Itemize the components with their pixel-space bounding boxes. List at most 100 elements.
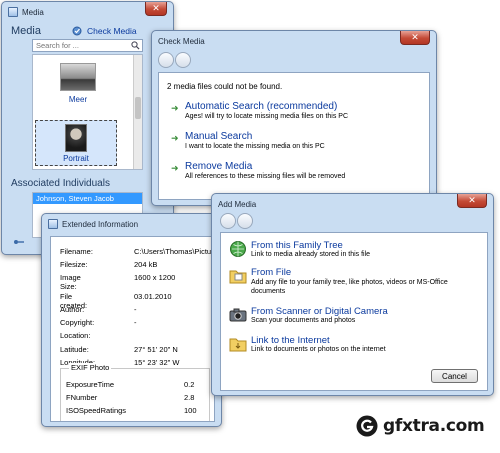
- field-label: Filesize:: [60, 260, 88, 269]
- check-media-content: 2 media files could not be found. ➜ Auto…: [158, 72, 430, 200]
- associated-header: Associated Individuals: [11, 178, 110, 189]
- media-list-scrollbar[interactable]: [133, 55, 142, 169]
- field-label: Filename:: [60, 247, 93, 256]
- field-label: Image Size:: [60, 273, 81, 291]
- extended-titlebar[interactable]: Extended Information: [42, 214, 221, 234]
- option-title: Link to the Internet: [251, 335, 330, 346]
- option-title: Remove Media: [185, 161, 253, 172]
- field-value: 03.01.2010: [134, 292, 172, 301]
- key-icon: [14, 240, 24, 244]
- exif-value: 2.8: [184, 393, 195, 402]
- option-title: Automatic Search (recommended): [185, 101, 338, 112]
- media-item-meer[interactable]: Meer: [53, 63, 103, 104]
- media-item-label: Portrait: [63, 154, 89, 163]
- add-media-window: Add Media ✕ From this Family Tree Link t…: [211, 193, 494, 396]
- exif-row: ISOSpeedRatings 100: [66, 406, 206, 415]
- option-remove-media[interactable]: ➜ Remove Media All references to these m…: [171, 161, 345, 180]
- option-desc: All references to these missing files wi…: [185, 173, 346, 180]
- check-media-window: Check Media ✕ 2 media files could not be…: [151, 30, 437, 206]
- close-button[interactable]: ✕: [457, 194, 487, 208]
- option-link-internet[interactable]: Link to the Internet Link to documents o…: [229, 335, 479, 353]
- exif-group: EXIF Photo ExposureTime 0.2 FNumber 2.8 IS…: [60, 363, 210, 421]
- option-desc: Add any file to your family tree, like p…: [251, 279, 448, 295]
- field-value: 15° 23' 32" W: [134, 358, 180, 367]
- option-from-file[interactable]: From File Add any file to your family tr…: [229, 267, 479, 296]
- field-value: 1600 x 1200: [134, 273, 176, 282]
- search-icon: [131, 41, 140, 50]
- nav-buttons: [220, 213, 253, 229]
- option-scanner-camera[interactable]: From Scanner or Digital Camera Scan your…: [229, 306, 479, 324]
- media-window-title: Media: [22, 7, 44, 17]
- check-media-icon: [72, 26, 82, 36]
- field-label: Location:: [60, 331, 91, 340]
- portrait-thumbnail: [65, 124, 87, 152]
- add-media-titlebar[interactable]: Add Media: [212, 194, 493, 214]
- check-media-label: Check Media: [87, 26, 137, 36]
- close-icon: ✕: [468, 195, 476, 206]
- check-media-titlebar[interactable]: Check Media: [152, 31, 436, 51]
- field-label: Copyright:: [60, 318, 95, 327]
- field-value: -: [134, 318, 137, 327]
- add-media-title: Add Media: [218, 199, 257, 209]
- option-title: Manual Search: [185, 131, 253, 142]
- field-value: 27° 51' 20" N: [134, 345, 178, 354]
- arrow-icon: ➜: [171, 103, 179, 113]
- close-icon: ✕: [411, 32, 419, 43]
- extended-info-window: Extended Information Filename: C:\Users\T…: [41, 213, 222, 427]
- option-manual-search[interactable]: ➜ Manual Search I want to locate the mis…: [171, 131, 325, 150]
- check-media-button[interactable]: Check Media: [72, 26, 137, 36]
- option-desc: Link to media already stored in this fil…: [251, 251, 371, 258]
- exif-value: 100: [184, 406, 197, 415]
- search-input[interactable]: [36, 41, 130, 50]
- media-item-portrait[interactable]: Portrait: [35, 120, 117, 166]
- missing-summary: 2 media files could not be found.: [167, 82, 283, 91]
- option-title: From Scanner or Digital Camera: [251, 306, 388, 317]
- media-item-label: Meer: [68, 95, 88, 104]
- watermark-text: gfxtra.com: [383, 416, 485, 436]
- folder-icon: [229, 270, 247, 284]
- close-button[interactable]: ✕: [400, 31, 430, 45]
- nav-buttons: [158, 52, 191, 68]
- check-media-title: Check Media: [158, 36, 205, 46]
- exif-label: ISOSpeedRatings: [66, 406, 127, 415]
- individual-row[interactable]: Johnson, Steven Jacob: [33, 193, 142, 204]
- app-icon: [48, 219, 58, 229]
- arrow-icon: ➜: [171, 163, 179, 173]
- arrow-icon: ➜: [171, 133, 179, 143]
- option-title: From File: [251, 267, 292, 278]
- link-folder-icon: [229, 338, 247, 352]
- exif-row: ExposureTime 0.2: [66, 380, 206, 389]
- option-family-tree[interactable]: From this Family Tree Link to media alre…: [229, 240, 479, 258]
- extended-content: Filename: C:\Users\Thomas\Pictur Filesize…: [50, 236, 215, 422]
- back-button[interactable]: [220, 213, 236, 229]
- option-desc: Ages! will try to locate missing media f…: [185, 113, 349, 120]
- option-desc: Scan your documents and photos: [251, 317, 356, 324]
- field-value: 204 kB: [134, 260, 158, 269]
- close-button[interactable]: ✕: [145, 2, 167, 16]
- forward-button[interactable]: [237, 213, 253, 229]
- option-automatic-search[interactable]: ➜ Automatic Search (recommended) Ages! w…: [171, 101, 348, 120]
- option-title: From this Family Tree: [251, 240, 343, 251]
- back-button[interactable]: [158, 52, 174, 68]
- forward-button[interactable]: [175, 52, 191, 68]
- close-icon: ✕: [152, 3, 160, 14]
- extended-title: Extended Information: [62, 219, 139, 229]
- landscape-thumbnail: [60, 63, 96, 91]
- option-desc: Link to documents or photos on the inter…: [251, 346, 386, 353]
- exif-label: ExposureTime: [66, 380, 115, 389]
- field-value: C:\Users\Thomas\Pictur: [134, 247, 214, 256]
- camera-icon: [229, 308, 247, 322]
- field-value: -: [134, 305, 137, 314]
- search-box[interactable]: [32, 39, 143, 52]
- option-desc: I want to locate the missing media on th…: [185, 143, 325, 150]
- media-list[interactable]: Meer Portrait: [32, 54, 143, 170]
- cancel-button[interactable]: Cancel: [431, 369, 478, 383]
- globe-icon: [230, 241, 246, 257]
- media-header: Media: [11, 25, 41, 37]
- exif-row: FNumber 2.8: [66, 393, 206, 402]
- watermark-logo-icon: [356, 415, 378, 437]
- exif-value: 0.2: [184, 380, 195, 389]
- exif-group-title: EXIF Photo: [69, 363, 112, 372]
- scroll-thumb[interactable]: [135, 97, 141, 119]
- watermark: gfxtra.com: [355, 414, 485, 438]
